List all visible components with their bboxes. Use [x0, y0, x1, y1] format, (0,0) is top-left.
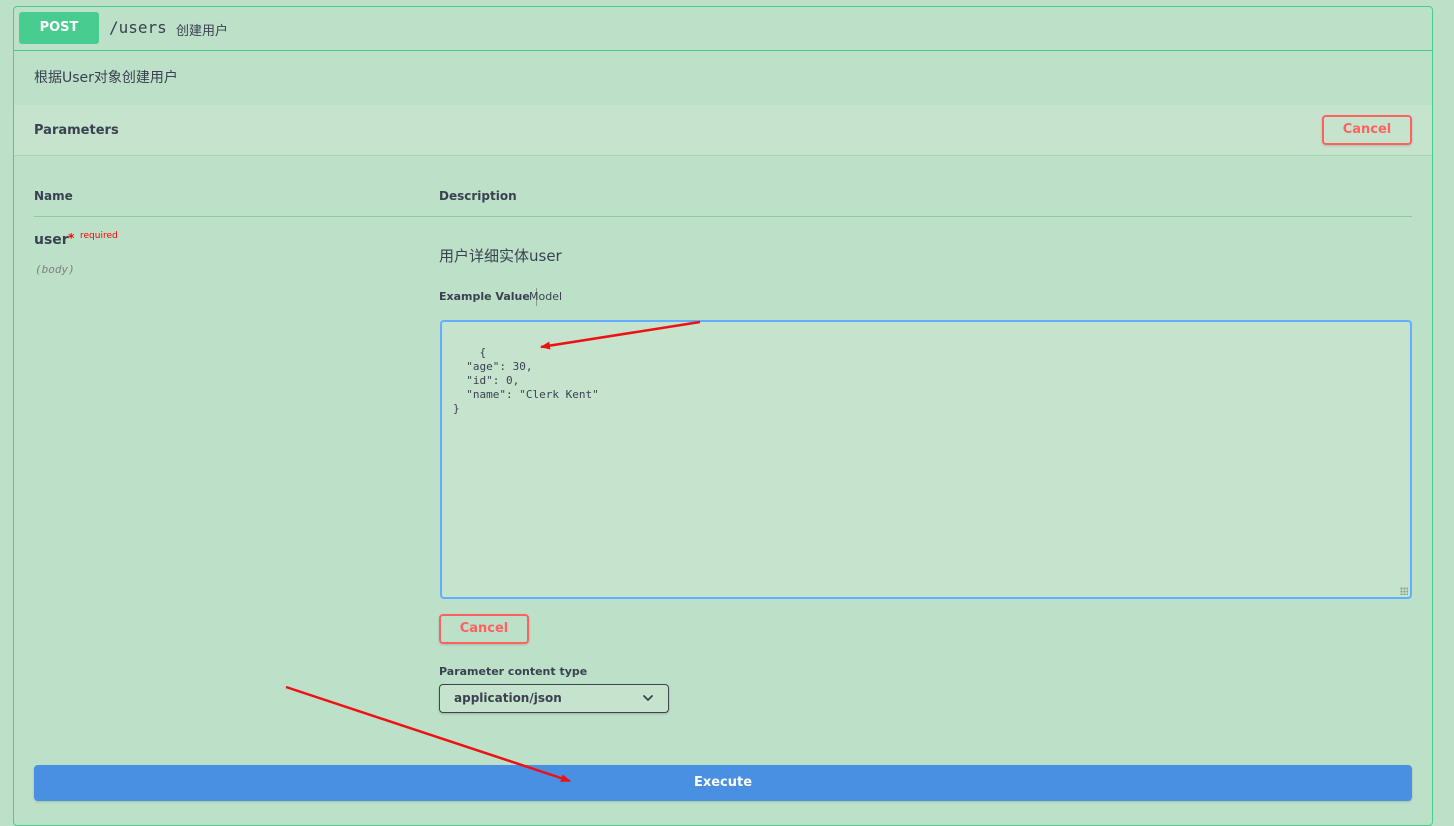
table-divider [34, 216, 1412, 217]
required-label: required [80, 231, 118, 241]
column-header-description: Description [439, 189, 517, 203]
execute-button[interactable]: Execute [34, 765, 1412, 801]
method-badge: POST [19, 12, 99, 44]
parameter-location: (body) [35, 263, 75, 276]
request-body-textarea[interactable]: { "age": 30, "id": 0, "name": "Clerk Ken… [440, 320, 1412, 599]
parameters-title: Parameters [34, 123, 119, 138]
operation-description: 根据User对象创建用户 [34, 70, 178, 86]
opblock-summary[interactable]: POST /users 创建用户 [14, 7, 1432, 51]
tab-model[interactable]: Model [529, 288, 562, 306]
content-type-value: application/json [454, 691, 562, 705]
resize-grip-icon[interactable] [1400, 587, 1408, 595]
parameter-name: user [34, 232, 69, 248]
cancel-button-body[interactable]: Cancel [439, 614, 529, 644]
required-star: * [68, 231, 75, 245]
cancel-button[interactable]: Cancel [1322, 115, 1412, 145]
parameters-header: Parameters Cancel [14, 105, 1432, 156]
parameter-description: 用户详细实体user [439, 247, 562, 265]
opblock-post-users: POST /users 创建用户 根据User对象创建用户 Parameters… [13, 6, 1433, 826]
request-body-text: { "age": 30, "id": 0, "name": "Clerk Ken… [453, 346, 599, 415]
content-type-label: Parameter content type [439, 665, 588, 678]
operation-summary: 创建用户 [176, 24, 229, 39]
content-type-select[interactable]: application/json [439, 684, 669, 713]
endpoint-path: /users [109, 18, 167, 37]
chevron-down-icon [643, 695, 653, 701]
tab-example-value[interactable]: Example Value [439, 288, 537, 306]
column-header-name: Name [34, 189, 73, 203]
